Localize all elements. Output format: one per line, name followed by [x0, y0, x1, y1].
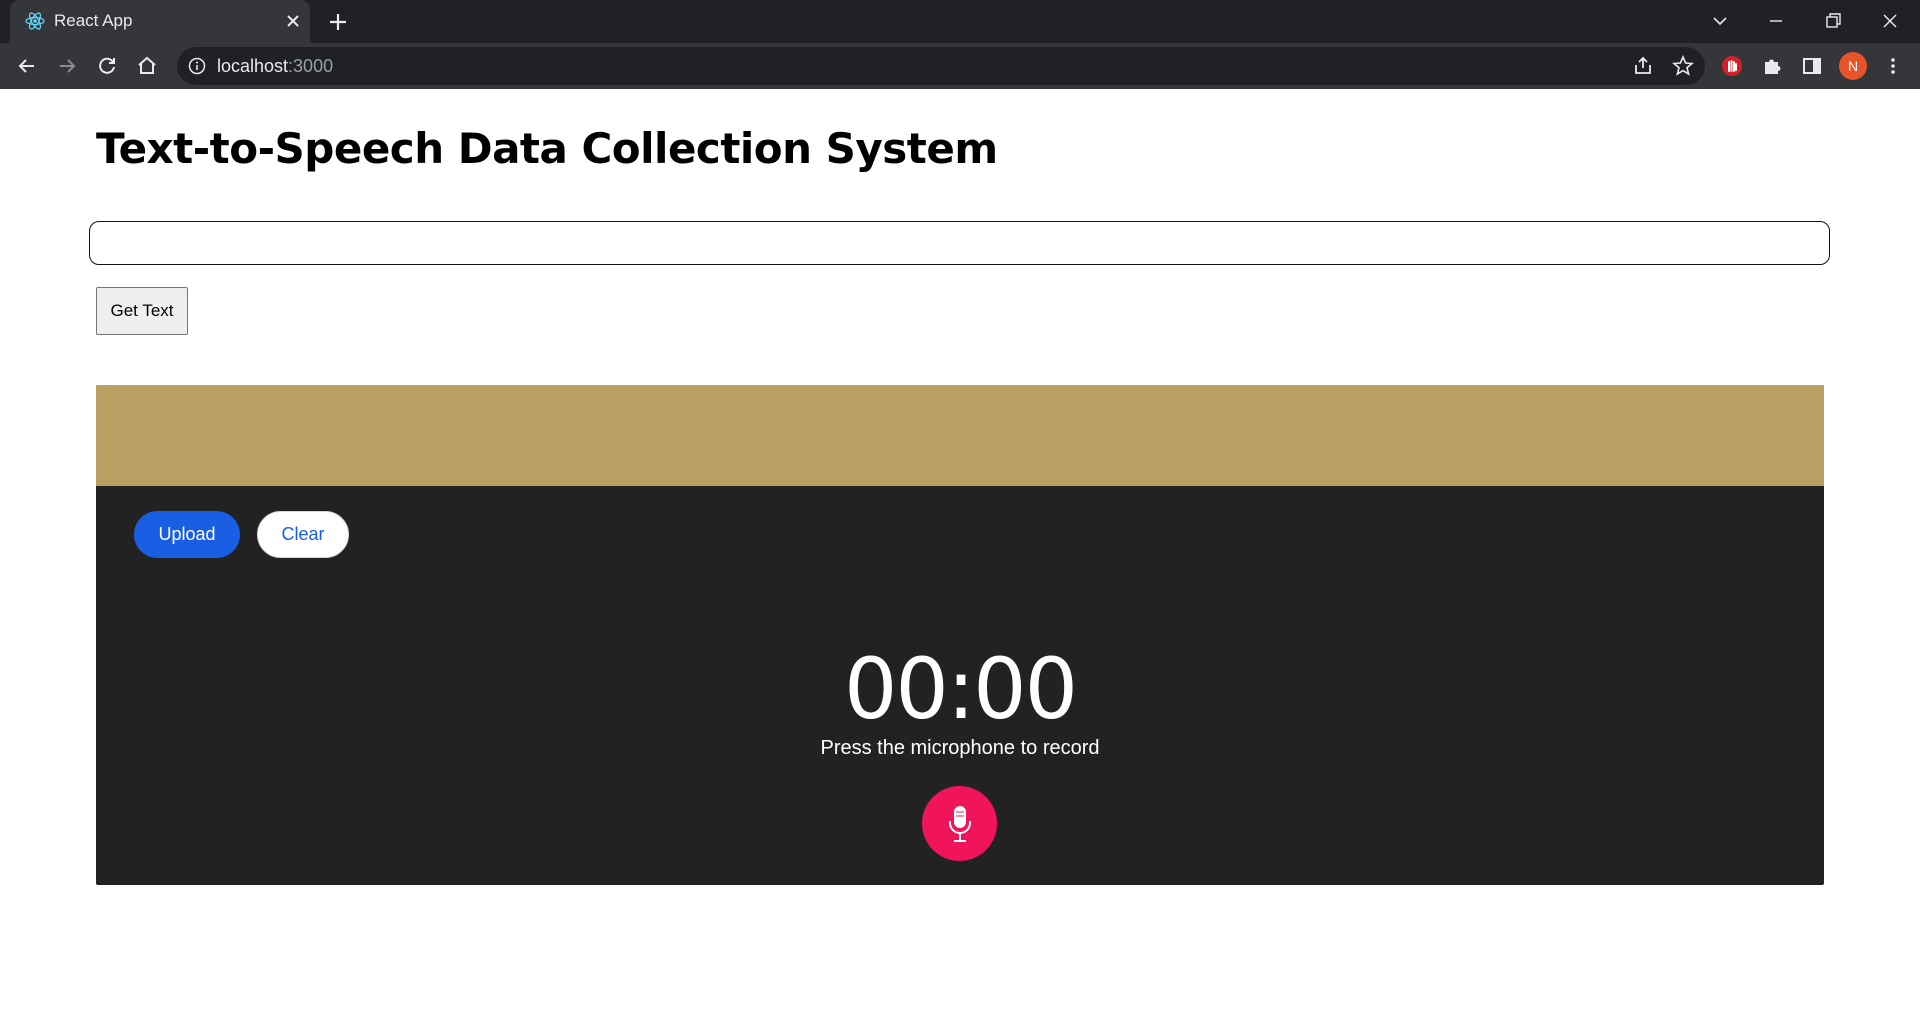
- home-icon[interactable]: [134, 53, 160, 79]
- profile-avatar[interactable]: N: [1839, 52, 1867, 80]
- back-arrow-icon[interactable]: [14, 53, 40, 79]
- minimize-icon[interactable]: [1761, 6, 1791, 36]
- new-tab-icon[interactable]: [325, 9, 351, 35]
- site-info-icon[interactable]: [187, 56, 207, 76]
- text-input[interactable]: [89, 221, 1830, 265]
- record-hint-text: Press the microphone to record: [820, 737, 1100, 759]
- get-text-button[interactable]: Get Text: [96, 287, 188, 335]
- browser-toolbar: localhost:3000 N: [0, 43, 1920, 89]
- recorder-header-bar: [96, 385, 1824, 486]
- restore-icon[interactable]: [1818, 6, 1848, 36]
- side-panel-icon[interactable]: [1799, 53, 1825, 79]
- close-window-icon[interactable]: [1875, 6, 1905, 36]
- browser-tab-strip: React App: [0, 0, 1920, 43]
- clear-button[interactable]: Clear: [257, 511, 349, 558]
- audio-recorder-panel: Upload Clear 00:00 Press the microphone …: [96, 385, 1824, 885]
- url-port: :3000: [288, 56, 334, 76]
- url-host: localhost: [217, 56, 289, 76]
- tab-search-chevron-icon[interactable]: [1705, 6, 1735, 36]
- close-tab-icon[interactable]: [281, 9, 305, 33]
- extension-stop-icon[interactable]: [1719, 53, 1745, 79]
- page-title: Text-to-Speech Data Collection System: [96, 124, 998, 173]
- upload-button[interactable]: Upload: [134, 511, 240, 558]
- extensions-puzzle-icon[interactable]: [1759, 53, 1785, 79]
- address-bar[interactable]: localhost:3000: [177, 47, 1705, 85]
- react-logo-icon: [24, 10, 46, 32]
- more-menu-icon[interactable]: [1880, 53, 1906, 79]
- reload-icon[interactable]: [94, 53, 120, 79]
- microphone-icon: [949, 806, 971, 842]
- forward-arrow-icon[interactable]: [54, 53, 80, 79]
- url-text: localhost:3000: [217, 56, 333, 77]
- browser-tab[interactable]: React App: [10, 0, 310, 43]
- record-microphone-button[interactable]: [922, 786, 997, 861]
- bookmark-star-icon[interactable]: [1670, 53, 1696, 79]
- share-icon[interactable]: [1630, 53, 1656, 79]
- recording-timer: 00:00: [843, 640, 1078, 738]
- tab-title: React App: [54, 11, 133, 30]
